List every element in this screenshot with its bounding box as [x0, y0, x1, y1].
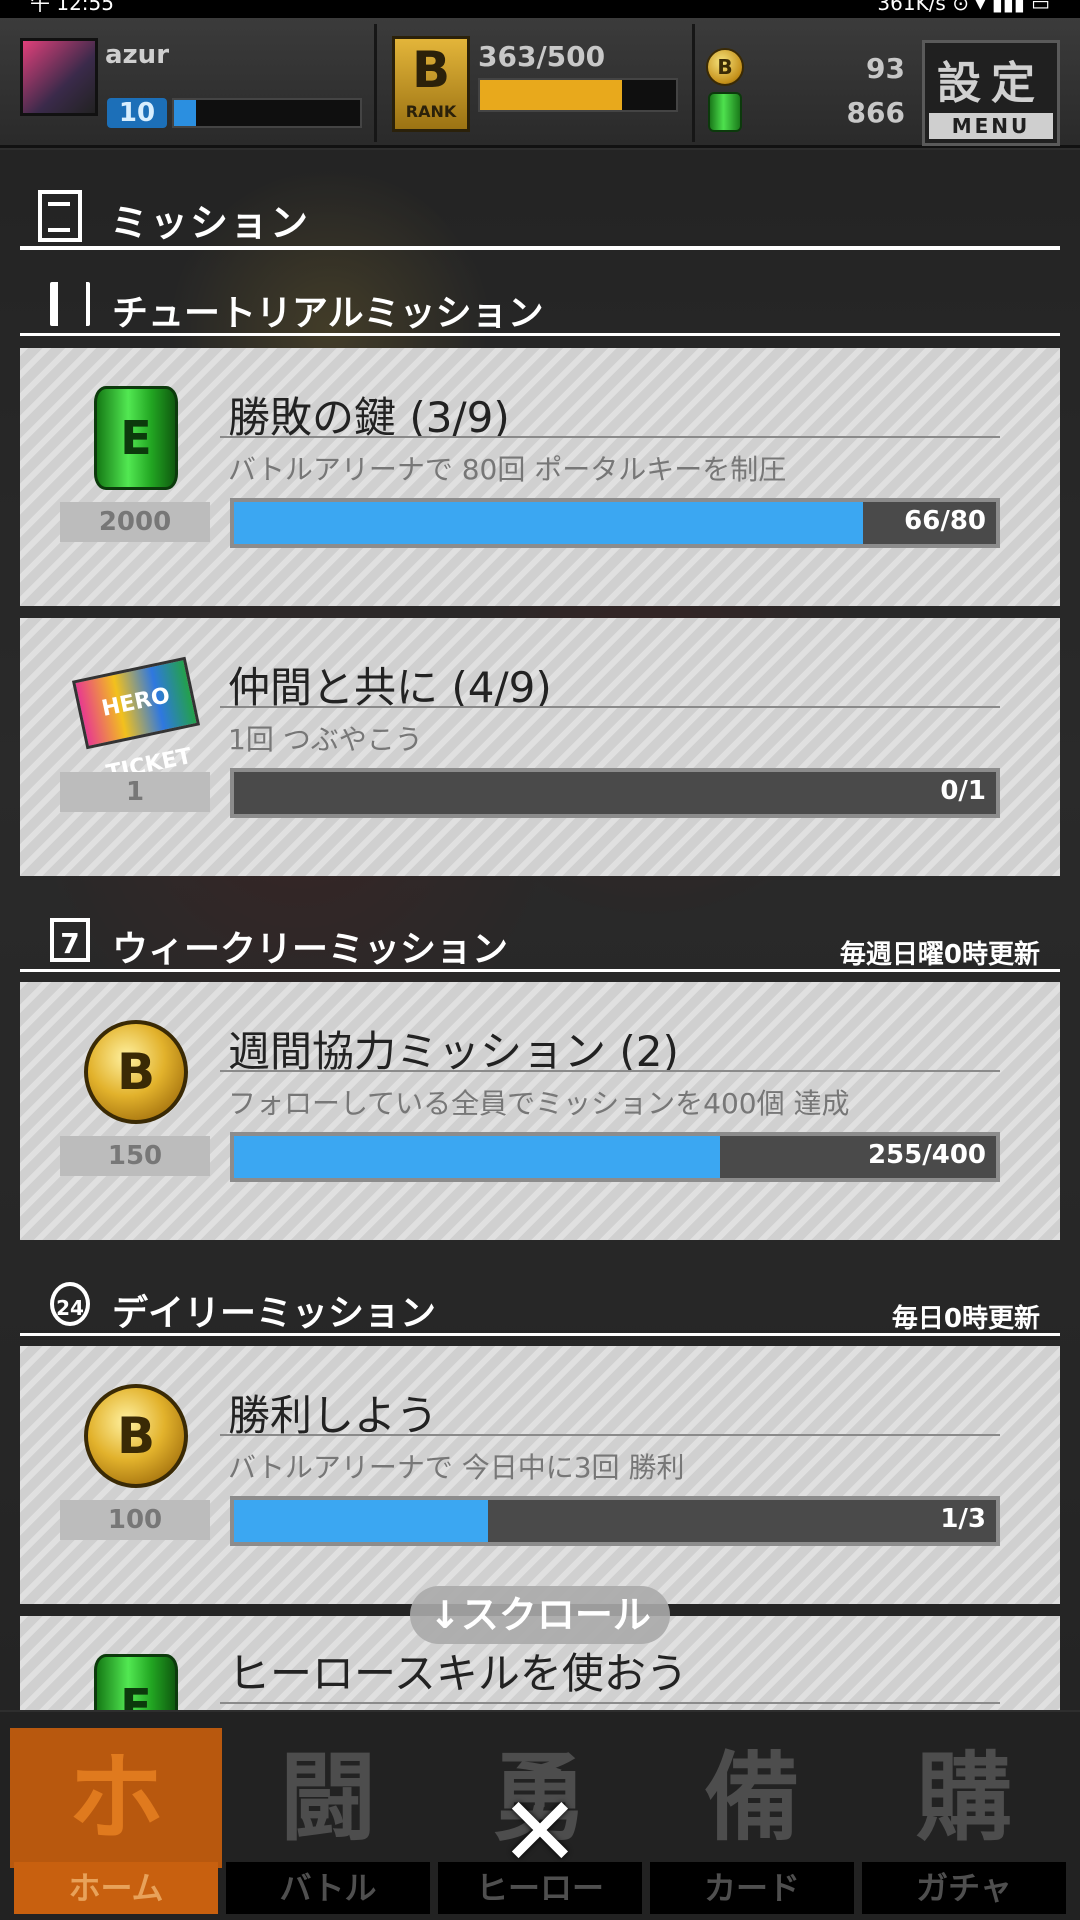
green-can-icon	[708, 92, 742, 132]
mission-description: フォローしている全員でミッションを400個 達成	[228, 1087, 850, 1120]
mission-title: ヒーロースキルを使おう	[228, 1649, 688, 1698]
green-can-icon: E	[94, 1654, 178, 1710]
progress-fill	[234, 502, 863, 544]
section-tutorial-header: チュートリアルミッション	[20, 274, 1060, 336]
mission-card[interactable]: E 2000 勝敗の鍵 (3/9) バトルアリーナで 80回 ポータルキーを制圧…	[20, 348, 1060, 606]
mission-description: バトルアリーナで 80回 ポータルキーを制圧	[228, 453, 787, 486]
section-title: デイリーミッション	[112, 1293, 437, 1334]
mission-card[interactable]: B 100 勝利しよう バトルアリーナで 今日中に3回 勝利 1/3	[20, 1346, 1060, 1604]
progress-count: 1/3	[940, 1504, 986, 1534]
page-title: ミッション	[110, 201, 311, 245]
home-icon: ホ	[10, 1728, 222, 1868]
nav-label: ガチャ	[862, 1862, 1066, 1914]
gold-coin-icon: B	[84, 1020, 188, 1124]
section-divider	[20, 969, 1060, 972]
mission-panel[interactable]: ミッション チュートリアルミッション E 2000 勝敗の鍵 (3/9) バトル…	[0, 150, 1080, 1710]
menu-label: MENU	[929, 113, 1053, 139]
mission-card[interactable]: B 150 週間協力ミッション (2) フォローしている全員でミッションを400…	[20, 982, 1060, 1240]
document-icon	[38, 190, 82, 242]
gacha-icon: 購	[916, 1742, 1012, 1854]
nav-label: カード	[650, 1862, 854, 1914]
rank-exp-text: 363/500	[478, 40, 606, 73]
rank-icon-label: RANK	[405, 102, 457, 121]
title-divider	[220, 1702, 1000, 1704]
mission-progress-bar: 1/3	[230, 1496, 1000, 1546]
refresh-note: 毎日0時更新	[891, 1304, 1040, 1334]
top-hud: azur 10 B RANK 363/500 B 93 866 設定 MENU	[0, 18, 1080, 148]
title-divider	[220, 436, 1000, 438]
reward-amount: 1	[60, 772, 210, 812]
close-icon[interactable]: ✕	[490, 1782, 590, 1882]
section-daily-header: 24 デイリーミッション 毎日0時更新	[20, 1274, 1060, 1336]
hero-ticket-icon: HERO TICKET	[71, 656, 201, 786]
title-divider	[220, 1070, 1000, 1072]
scroll-hint: ↓スクロール	[410, 1586, 670, 1644]
beginner-badge-icon	[50, 282, 90, 326]
nav-home[interactable]: ホ ホーム	[10, 1712, 222, 1920]
mission-progress-bar: 0/1	[230, 768, 1000, 818]
progress-count: 66/80	[904, 506, 986, 536]
title-divider	[220, 1434, 1000, 1436]
nav-label: ホーム	[14, 1862, 218, 1914]
mission-progress-bar: 66/80	[230, 498, 1000, 548]
coin-icon: B	[706, 48, 744, 86]
card-icon: 備	[704, 1742, 800, 1854]
status-time: 午 12:55	[30, 0, 114, 15]
nav-label: バトル	[226, 1862, 430, 1914]
green-can-icon: E	[94, 386, 178, 490]
section-divider	[20, 333, 1060, 336]
progress-fill	[234, 1500, 488, 1542]
nav-gacha[interactable]: 購 ガチャ	[858, 1712, 1070, 1920]
progress-count: 0/1	[940, 776, 986, 806]
mission-progress-bar: 255/400	[230, 1132, 1000, 1182]
rank-progress-bar	[478, 78, 678, 112]
gold-coin-icon: B	[84, 1384, 188, 1488]
title-underline	[20, 246, 1060, 250]
coin-count: 93	[866, 52, 905, 85]
status-indicators: 361K/s ⊙ ▾ ▮▮▮ ▭	[877, 0, 1050, 15]
battle-icon: 闘	[280, 1742, 376, 1854]
nav-battle[interactable]: 闘 バトル	[222, 1712, 434, 1920]
reward-amount: 100	[60, 1500, 210, 1540]
hud-divider	[692, 24, 695, 142]
panel-header: ミッション	[20, 170, 1060, 250]
24h-clock-icon: 24	[50, 1282, 90, 1326]
can-count: 866	[846, 96, 905, 129]
section-weekly-header: 7 ウィークリーミッション 毎週日曜0時更新	[20, 910, 1060, 972]
section-divider	[20, 1333, 1060, 1336]
refresh-note: 毎週日曜0時更新	[839, 940, 1040, 970]
hud-divider	[374, 24, 377, 142]
reward-amount: 2000	[60, 502, 210, 542]
reward-amount: 150	[60, 1136, 210, 1176]
rank-icon: B RANK	[392, 36, 470, 132]
level-badge: 10	[107, 98, 167, 128]
calendar-icon: 7	[50, 918, 90, 962]
progress-fill	[234, 1136, 720, 1178]
status-bar: 午 12:55 361K/s ⊙ ▾ ▮▮▮ ▭	[0, 0, 1080, 18]
rank-icon-letter: B	[411, 41, 451, 99]
settings-label: 設定	[937, 58, 1045, 109]
settings-menu-button[interactable]: 設定 MENU	[922, 40, 1060, 146]
level-progress-bar	[172, 98, 362, 128]
section-title: チュートリアルミッション	[112, 293, 544, 334]
rank-progress-fill	[480, 80, 623, 110]
mission-card[interactable]: HERO TICKET 1 仲間と共に (4/9) 1回 つぶやこう 0/1	[20, 618, 1060, 876]
progress-count: 255/400	[867, 1140, 986, 1170]
nav-card[interactable]: 備 カード	[646, 1712, 858, 1920]
mission-description: 1回 つぶやこう	[228, 723, 423, 756]
section-title: ウィークリーミッション	[112, 929, 509, 970]
title-divider	[220, 706, 1000, 708]
level-progress-fill	[174, 100, 197, 126]
player-name: azur	[105, 40, 170, 70]
player-avatar[interactable]	[20, 38, 98, 116]
mission-description: バトルアリーナで 今日中に3回 勝利	[228, 1451, 685, 1484]
